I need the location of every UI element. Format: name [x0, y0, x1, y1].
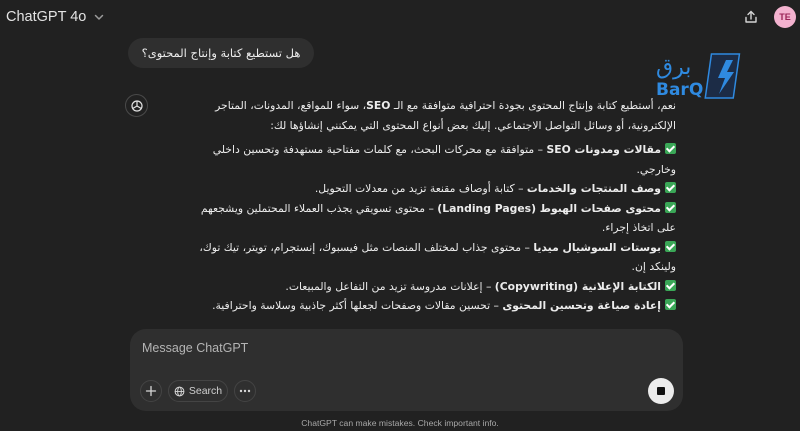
user-message: هل تستطيع كتابة وإنتاج المحتوى؟ [128, 38, 314, 68]
list-item: بوستات السوشيال ميديا – محتوى جذاب لمختل… [182, 238, 676, 277]
search-label: Search [188, 385, 223, 397]
stop-generating-button[interactable] [648, 378, 674, 404]
message-composer: Message ChatGPT Search [130, 329, 683, 411]
model-selector[interactable]: ChatGPT 4o [6, 6, 106, 28]
list-item: محتوى صفحات الهبوط (Landing Pages) – محت… [182, 199, 676, 238]
barq-logo: برق BarQ [652, 50, 747, 102]
plus-icon [145, 385, 157, 397]
check-icon [665, 240, 676, 252]
item-desc: – إعلانات مدروسة تزيد من التفاعل والمبيع… [285, 279, 495, 293]
assistant-response: نعم، أستطيع كتابة وإنتاج المحتوى بجودة ا… [182, 96, 676, 316]
list-item: مقالات ومدونات SEO – متوافقة مع محركات ا… [182, 140, 676, 179]
message-input[interactable]: Message ChatGPT [142, 341, 642, 361]
item-title: وصف المنتجات والخدمات [526, 182, 661, 195]
stop-icon [657, 387, 665, 395]
disclaimer-text: ChatGPT can make mistakes. Check importa… [301, 418, 499, 428]
share-icon [745, 10, 757, 23]
item-title: الكتابة الإعلانية (Copywriting) [494, 279, 661, 293]
intro-bold: SEO [366, 99, 391, 112]
list-item: الكتابة الإعلانية (Copywriting) – إعلانا… [182, 277, 676, 297]
globe-icon [174, 386, 185, 396]
check-icon [665, 201, 676, 213]
more-options-button[interactable] [234, 380, 256, 402]
search-button[interactable]: Search [168, 380, 228, 402]
list-item: وصف المنتجات والخدمات – كتابة أوصاف مقنع… [182, 179, 676, 199]
intro-text-1: نعم، أستطيع كتابة وإنتاج المحتوى بجودة ا… [390, 99, 676, 112]
check-icon [665, 143, 676, 154]
chevron-down-icon [95, 14, 104, 20]
model-title: ChatGPT 4o [6, 9, 87, 25]
item-title: مقالات ومدونات SEO [546, 143, 661, 156]
check-icon [665, 182, 676, 193]
item-title: إعادة صياغة وتحسين المحتوى [502, 299, 661, 312]
list-item: إعادة صياغة وتحسين المحتوى – تحسين مقالا… [182, 296, 676, 316]
top-bar: ChatGPT 4o TE [0, 0, 800, 34]
item-desc: – كتابة أوصاف مقنعة تزيد من معدلات التحو… [314, 182, 527, 195]
item-title: محتوى صفحات الهبوط (Landing Pages) [437, 201, 661, 215]
check-icon [665, 299, 676, 310]
item-desc: – تحسين مقالات وصفحات لجعلها أكثر جاذبية… [212, 299, 503, 312]
svg-text:برق: برق [656, 55, 691, 80]
item-title: بوستات السوشيال ميديا [533, 240, 661, 254]
chatgpt-logo-icon [125, 94, 148, 117]
share-button[interactable] [740, 6, 762, 28]
avatar[interactable]: TE [774, 6, 796, 28]
attach-button[interactable] [140, 380, 162, 402]
response-intro: نعم، أستطيع كتابة وإنتاج المحتوى بجودة ا… [182, 96, 676, 135]
check-icon [665, 279, 676, 291]
ellipsis-icon [239, 389, 251, 393]
